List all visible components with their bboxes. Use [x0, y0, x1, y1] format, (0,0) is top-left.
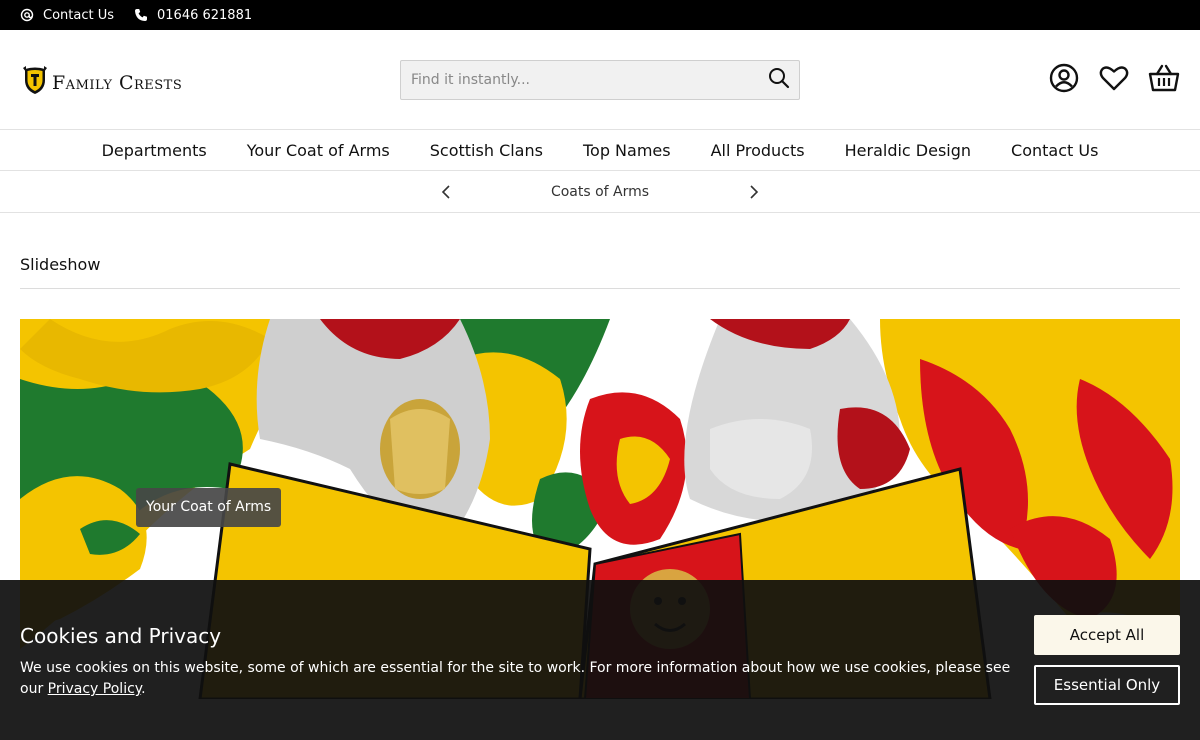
nav-your-coat-of-arms[interactable]: Your Coat of Arms [247, 141, 390, 160]
cookie-banner: Cookies and Privacy We use cookies on th… [0, 580, 1200, 740]
accept-all-button[interactable]: Accept All [1034, 615, 1180, 655]
site-header: Family Crests [0, 30, 1200, 130]
heart-icon[interactable] [1098, 62, 1130, 94]
at-icon [20, 8, 34, 22]
contact-link[interactable]: Contact Us [20, 8, 114, 23]
category-current[interactable]: Coats of Arms [551, 184, 649, 200]
nav-all-products[interactable]: All Products [711, 141, 805, 160]
crest-logo-icon [22, 66, 48, 100]
account-icon[interactable] [1048, 62, 1080, 94]
main-nav: Departments Your Coat of Arms Scottish C… [0, 131, 1200, 171]
chevron-left-icon[interactable] [436, 182, 456, 202]
divider [20, 288, 1180, 289]
chevron-right-icon[interactable] [744, 182, 764, 202]
search-input[interactable] [401, 61, 759, 99]
top-bar: Contact Us 01646 621881 [0, 0, 1200, 30]
nav-contact-us[interactable]: Contact Us [1011, 141, 1098, 160]
nav-departments[interactable]: Departments [102, 141, 207, 160]
cookie-text-end: . [141, 681, 146, 697]
phone-icon [134, 8, 148, 22]
cookie-text-body: We use cookies on this website, some of … [20, 660, 1011, 697]
search-bar [400, 60, 800, 100]
phone-number: 01646 621881 [157, 7, 253, 23]
privacy-policy-link[interactable]: Privacy Policy [48, 681, 141, 697]
header-icons [1048, 62, 1180, 94]
nav-scottish-clans[interactable]: Scottish Clans [430, 141, 543, 160]
search-icon [768, 67, 790, 93]
category-bar: Coats of Arms [0, 172, 1200, 213]
contact-label: Contact Us [43, 7, 114, 23]
basket-icon[interactable] [1148, 62, 1180, 94]
nav-top-names[interactable]: Top Names [583, 141, 671, 160]
hero-badge[interactable]: Your Coat of Arms [136, 488, 282, 527]
cookie-title: Cookies and Privacy [20, 624, 222, 648]
nav-heraldic-design[interactable]: Heraldic Design [845, 141, 971, 160]
phone-link[interactable]: 01646 621881 [134, 8, 252, 23]
section-title: Slideshow [20, 255, 101, 274]
search-button[interactable] [759, 61, 799, 99]
essential-only-button[interactable]: Essential Only [1034, 665, 1180, 705]
logo-text: Family Crests [52, 72, 183, 94]
logo[interactable]: Family Crests [22, 66, 182, 100]
cookie-text: We use cookies on this website, some of … [20, 658, 1020, 700]
